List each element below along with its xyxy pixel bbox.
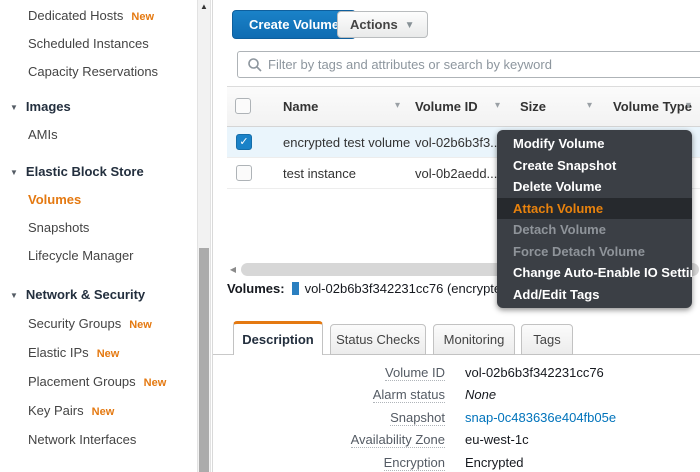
sidebar-item-placement-groups[interactable]: Placement Groups New <box>28 374 166 390</box>
sidebar-item-amis[interactable]: AMIs <box>28 127 58 143</box>
sidebar-item-capacity-reservations[interactable]: Capacity Reservations <box>28 64 158 80</box>
scroll-left-arrow-icon[interactable]: ◀ <box>227 263 239 276</box>
column-header-volume-type[interactable]: Volume Type <box>613 99 692 114</box>
sidebar-item-elastic-ips[interactable]: Elastic IPs New <box>28 345 119 361</box>
new-badge: New <box>131 11 155 23</box>
sidebar-item-scheduled-instances[interactable]: Scheduled Instances <box>28 36 149 52</box>
sidebar-item-volumes[interactable]: Volumes <box>28 192 81 208</box>
menu-item-force-detach-volume: Force Detach Volume <box>513 243 645 259</box>
ec2-volumes-screen: Dedicated Hosts New Scheduled Instances C… <box>0 0 700 472</box>
menu-item-add-edit-tags[interactable]: Add/Edit Tags <box>497 284 692 306</box>
field-encryption: Encryption Encrypted <box>383 454 524 471</box>
field-alarm-status: Alarm status None <box>372 387 497 404</box>
sidebar: Dedicated Hosts New Scheduled Instances C… <box>0 0 197 472</box>
new-badge: New <box>143 377 167 389</box>
sidebar-section-images[interactable]: ▼ Images <box>10 99 71 115</box>
menu-item-detach-volume: Detach Volume <box>513 222 606 237</box>
menu-item-modify-volume[interactable]: Modify Volume <box>497 133 692 155</box>
collapse-triangle-icon: ▼ <box>10 103 18 112</box>
field-volume-id: Volume ID vol-02b6b3f342231cc76 <box>385 365 604 381</box>
field-value: None <box>465 387 497 403</box>
column-header-volume-id[interactable]: Volume ID <box>415 99 478 114</box>
cell-name: test instance <box>283 166 356 181</box>
sidebar-item-snapshots[interactable]: Snapshots <box>28 220 89 236</box>
sort-caret-icon[interactable]: ▾ <box>686 100 691 111</box>
scrollbar-thumb[interactable] <box>199 248 209 472</box>
new-badge: New <box>91 406 115 418</box>
scroll-up-arrow-icon[interactable]: ▲ <box>198 1 210 13</box>
snapshot-link[interactable]: snap-0c483636e404fb05e <box>465 409 616 426</box>
row-checkbox[interactable]: ✓ <box>236 134 252 150</box>
sidebar-item-key-pairs[interactable]: Key Pairs New <box>28 403 114 419</box>
sidebar-item-lifecycle-manager[interactable]: Lifecycle Manager <box>28 248 134 264</box>
collapse-triangle-icon: ▼ <box>10 291 18 300</box>
sort-caret-icon[interactable]: ▾ <box>495 100 500 111</box>
field-value: eu-west-1c <box>465 432 529 448</box>
field-availability-zone: Availability Zone eu-west-1c <box>350 432 529 449</box>
cell-name: encrypted test volume <box>283 135 411 150</box>
actions-button[interactable]: Actions ▼ <box>337 11 428 38</box>
menu-item-delete-volume[interactable]: Delete Volume <box>497 176 692 198</box>
search-icon <box>248 58 262 72</box>
column-header-size[interactable]: Size <box>520 99 546 114</box>
row-checkbox[interactable] <box>236 165 252 181</box>
sidebar-item-network-interfaces[interactable]: Network Interfaces <box>28 432 136 448</box>
sidebar-scrollbar[interactable]: ▲ <box>197 0 211 472</box>
tab-monitoring[interactable]: Monitoring <box>433 324 515 355</box>
selection-marker-icon <box>291 282 299 295</box>
cell-volume-id: vol-0b2aedd... <box>415 166 498 181</box>
new-badge: New <box>96 348 120 360</box>
menu-item-change-auto-enable-io[interactable]: Change Auto-Enable IO Setting <box>497 262 692 284</box>
menu-item-create-snapshot[interactable]: Create Snapshot <box>497 155 692 177</box>
selection-label: Volumes: <box>227 281 285 296</box>
field-value: Encrypted <box>465 454 524 470</box>
tab-description[interactable]: Description <box>233 321 323 355</box>
sort-caret-icon[interactable]: ▾ <box>395 100 400 111</box>
sidebar-section-elastic-block-store[interactable]: ▼ Elastic Block Store <box>10 164 144 180</box>
menu-item-attach-volume[interactable]: Attach Volume <box>497 197 692 219</box>
sidebar-item-security-groups[interactable]: Security Groups New <box>28 316 152 332</box>
tab-status-checks[interactable]: Status Checks <box>330 324 426 355</box>
filter-bar <box>237 51 700 78</box>
collapse-triangle-icon: ▼ <box>10 168 18 177</box>
field-snapshot: Snapshot snap-0c483636e404fb05e <box>390 409 617 426</box>
sort-caret-icon[interactable]: ▾ <box>587 100 592 111</box>
description-panel: Volume ID vol-02b6b3f342231cc76 Alarm st… <box>213 364 700 472</box>
select-all-checkbox[interactable] <box>235 98 251 114</box>
sidebar-section-network-security[interactable]: ▼ Network & Security <box>10 287 145 303</box>
column-header-name[interactable]: Name <box>283 99 318 114</box>
context-menu: Modify Volume Create Snapshot Delete Vol… <box>497 130 692 308</box>
sidebar-item-dedicated-hosts[interactable]: Dedicated Hosts New <box>28 8 154 24</box>
table-header: Name ▾ Volume ID ▾ Size ▾ Volume Type ▾ <box>227 86 700 127</box>
new-badge: New <box>129 319 152 331</box>
filter-input[interactable] <box>268 53 699 76</box>
tab-tags[interactable]: Tags <box>521 324 573 355</box>
field-value: vol-02b6b3f342231cc76 <box>465 365 604 380</box>
chevron-down-icon: ▼ <box>404 20 415 31</box>
cell-volume-id: vol-02b6b3f3... <box>415 135 502 150</box>
